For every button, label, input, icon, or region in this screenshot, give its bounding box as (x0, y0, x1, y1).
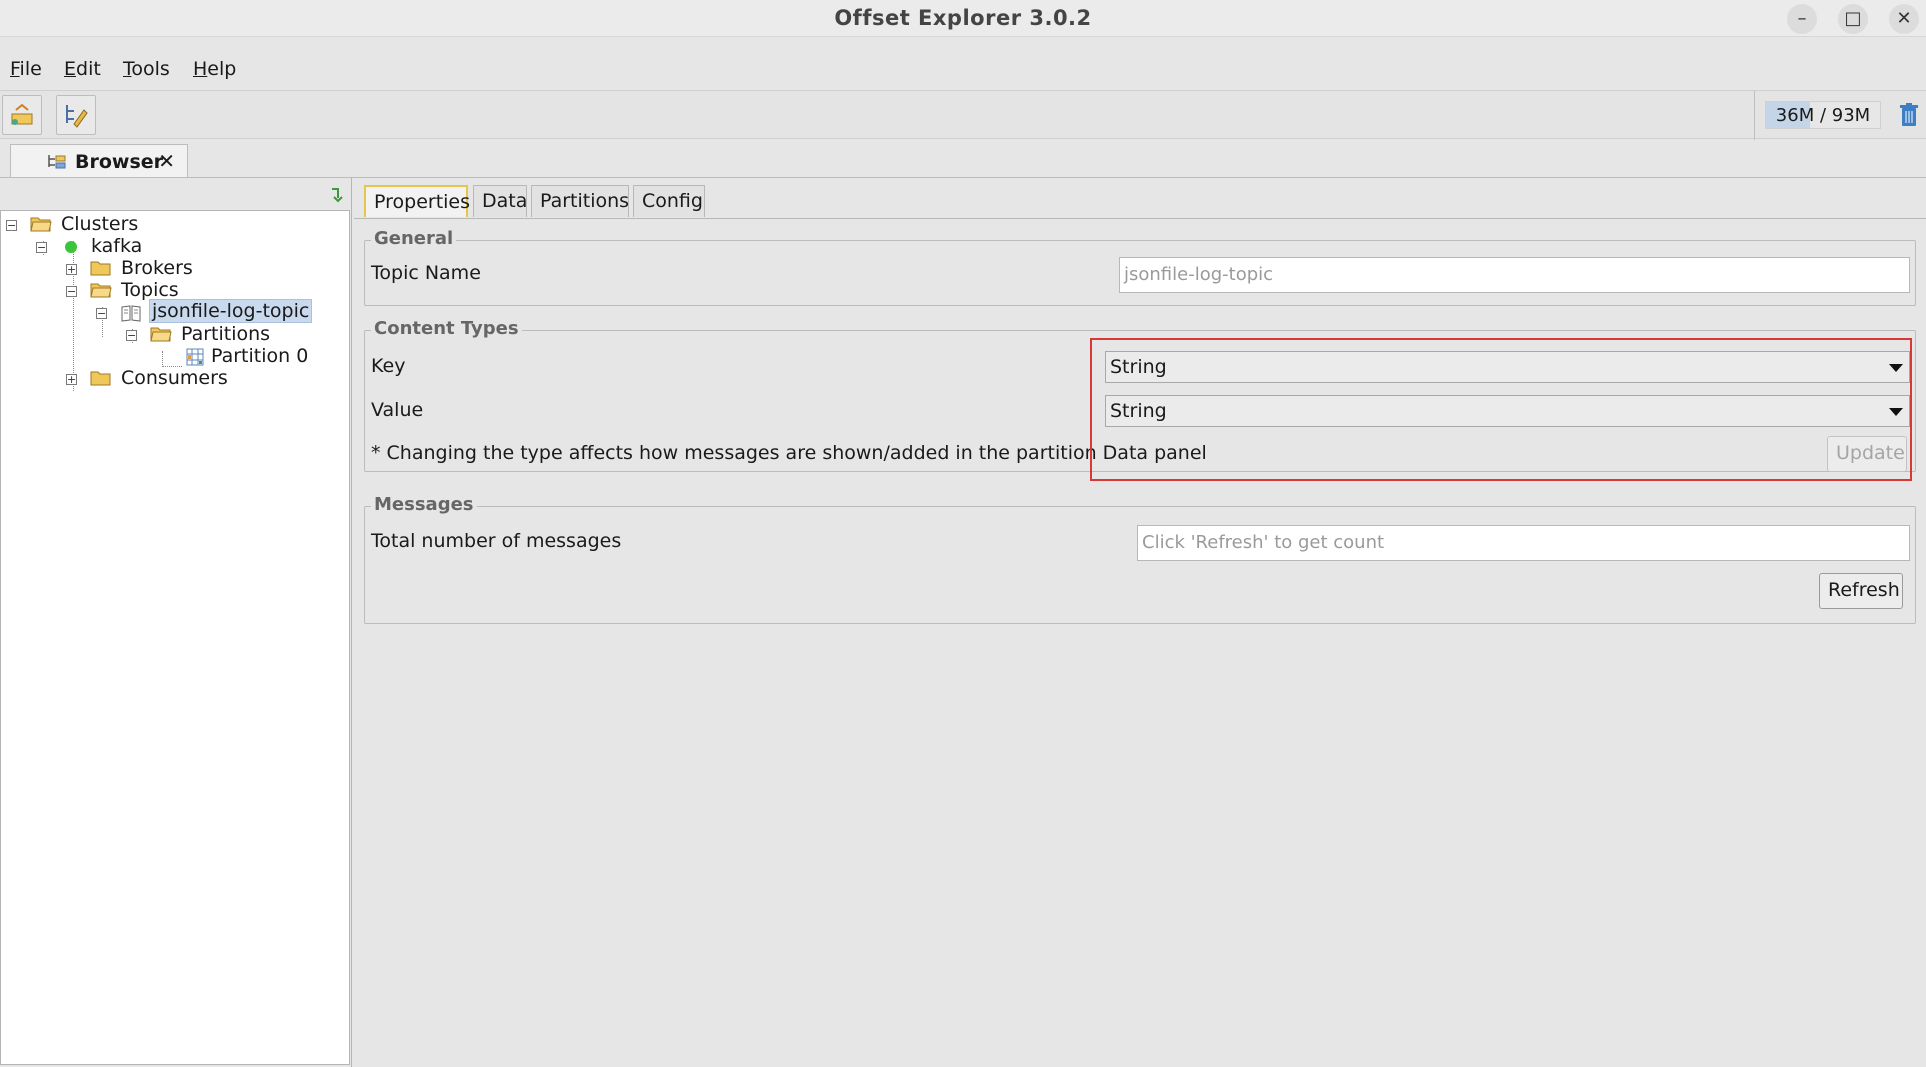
tab-properties[interactable]: Properties (364, 185, 470, 217)
tree-label: Partition 0 (211, 345, 309, 367)
tab-data[interactable]: Data (473, 185, 527, 217)
folder-icon (90, 261, 111, 276)
value-label: Value (371, 399, 424, 421)
folder-open-icon (30, 217, 52, 232)
messages-group: Messages Total number of messages Click … (364, 494, 1916, 624)
collapse-icon[interactable]: − (66, 286, 77, 297)
memory-bar[interactable]: 36M / 93M (1765, 101, 1881, 129)
menu-file[interactable]: File (10, 58, 42, 80)
collapse-icon[interactable]: − (36, 242, 47, 253)
content-types-title: Content Types (371, 318, 522, 339)
maximize-button[interactable]: □ (1838, 4, 1868, 34)
menu-edit[interactable]: Edit (64, 58, 101, 80)
memory-text: 36M / 93M (1775, 105, 1871, 126)
topic-detail-panel: Properties Data Partitions Config Genera… (354, 178, 1926, 1067)
content-type-note: * Changing the type affects how messages… (371, 442, 1207, 464)
collapse-icon[interactable]: − (126, 330, 137, 341)
close-tab-icon[interactable]: ✕ (158, 149, 175, 173)
tree-label: Brokers (121, 257, 193, 279)
tree-label: kafka (91, 235, 143, 257)
menu-help[interactable]: Help (193, 58, 236, 80)
general-group: General Topic Name jsonfile-log-topic (364, 228, 1916, 306)
tree-label: Topics (121, 279, 179, 301)
tree-label: Partitions (181, 323, 271, 345)
document-tabs: Browser ✕ (0, 141, 1926, 178)
memory-indicator: 36M / 93M (1754, 91, 1926, 140)
navigator-panel: − Clusters − kafka + Brokers − Topics − … (0, 178, 352, 1067)
toolbar: 36M / 93M (0, 90, 1926, 140)
general-title: General (371, 228, 457, 249)
tree-label: jsonfile-log-topic (149, 299, 313, 323)
browser-tab-label: Browser (75, 151, 164, 173)
window-title: Offset Explorer 3.0.2 (834, 6, 1092, 30)
browser-tab[interactable]: Browser ✕ (10, 144, 188, 178)
add-cluster-icon (11, 103, 33, 125)
tab-divider (354, 218, 1926, 219)
refresh-button[interactable]: Refresh (1819, 573, 1903, 609)
highlight-box (1090, 338, 1912, 481)
expand-icon[interactable]: + (66, 374, 77, 385)
trash-icon[interactable] (1900, 103, 1918, 127)
tree-label: Clusters (61, 213, 139, 235)
collapse-icon[interactable]: − (96, 308, 107, 319)
folder-icon (90, 371, 111, 386)
tab-config[interactable]: Config (633, 185, 705, 217)
browser-icon (48, 155, 66, 169)
messages-title: Messages (371, 494, 477, 515)
add-cluster-button[interactable] (2, 95, 42, 135)
connected-status-icon (65, 241, 77, 253)
folder-open-icon (90, 283, 112, 298)
menu-bar: File Edit Tools Help (0, 46, 1926, 88)
tree-edit-icon (66, 105, 88, 128)
tab-partitions[interactable]: Partitions (531, 185, 629, 217)
close-button[interactable]: ✕ (1889, 4, 1919, 34)
cluster-tree[interactable]: − Clusters − kafka + Brokers − Topics − … (0, 210, 350, 1065)
title-bar: Offset Explorer 3.0.2 – □ ✕ (0, 0, 1926, 37)
minimize-button[interactable]: – (1787, 4, 1817, 34)
total-messages-field[interactable]: Click 'Refresh' to get count (1137, 525, 1910, 561)
key-label: Key (371, 355, 406, 377)
edit-tree-button[interactable] (56, 95, 96, 135)
folder-open-icon (150, 327, 172, 342)
partition-grid-icon (186, 348, 204, 366)
topic-book-icon (121, 305, 141, 322)
topic-name-field[interactable]: jsonfile-log-topic (1119, 257, 1910, 293)
topic-name-label: Topic Name (371, 262, 481, 284)
expand-icon[interactable]: + (66, 264, 77, 275)
menu-tools[interactable]: Tools (123, 58, 170, 80)
total-messages-label: Total number of messages (371, 530, 622, 552)
sync-icon[interactable] (328, 186, 346, 204)
collapse-icon[interactable]: − (6, 220, 17, 231)
tree-label: Consumers (121, 367, 228, 389)
